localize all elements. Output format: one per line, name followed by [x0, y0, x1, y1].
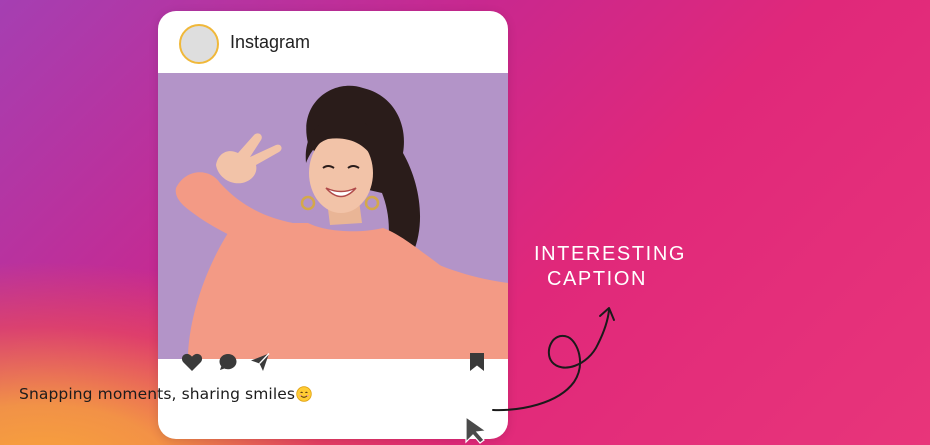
bookmark-icon[interactable] [468, 352, 486, 372]
woman-smiling-photo [158, 73, 508, 359]
post-caption: Snapping moments, sharing smiles [19, 385, 312, 403]
mouse-cursor-icon [465, 415, 488, 444]
heart-icon[interactable] [181, 352, 203, 372]
smiling-face-emoji-icon [296, 386, 312, 402]
caption-text: Snapping moments, sharing smiles [19, 385, 296, 403]
comment-icon[interactable] [218, 352, 238, 372]
post-photo[interactable] [158, 73, 508, 359]
username[interactable]: Instagram [230, 32, 310, 53]
avatar[interactable] [179, 24, 219, 64]
curly-arrow-icon [492, 307, 615, 412]
post-header: Instagram [158, 11, 508, 73]
instagram-post-card: Instagram [158, 11, 508, 439]
annotation-line-1: INTERESTING [533, 243, 687, 265]
annotation-line-2: CAPTION [546, 268, 648, 290]
send-icon[interactable] [249, 352, 271, 372]
